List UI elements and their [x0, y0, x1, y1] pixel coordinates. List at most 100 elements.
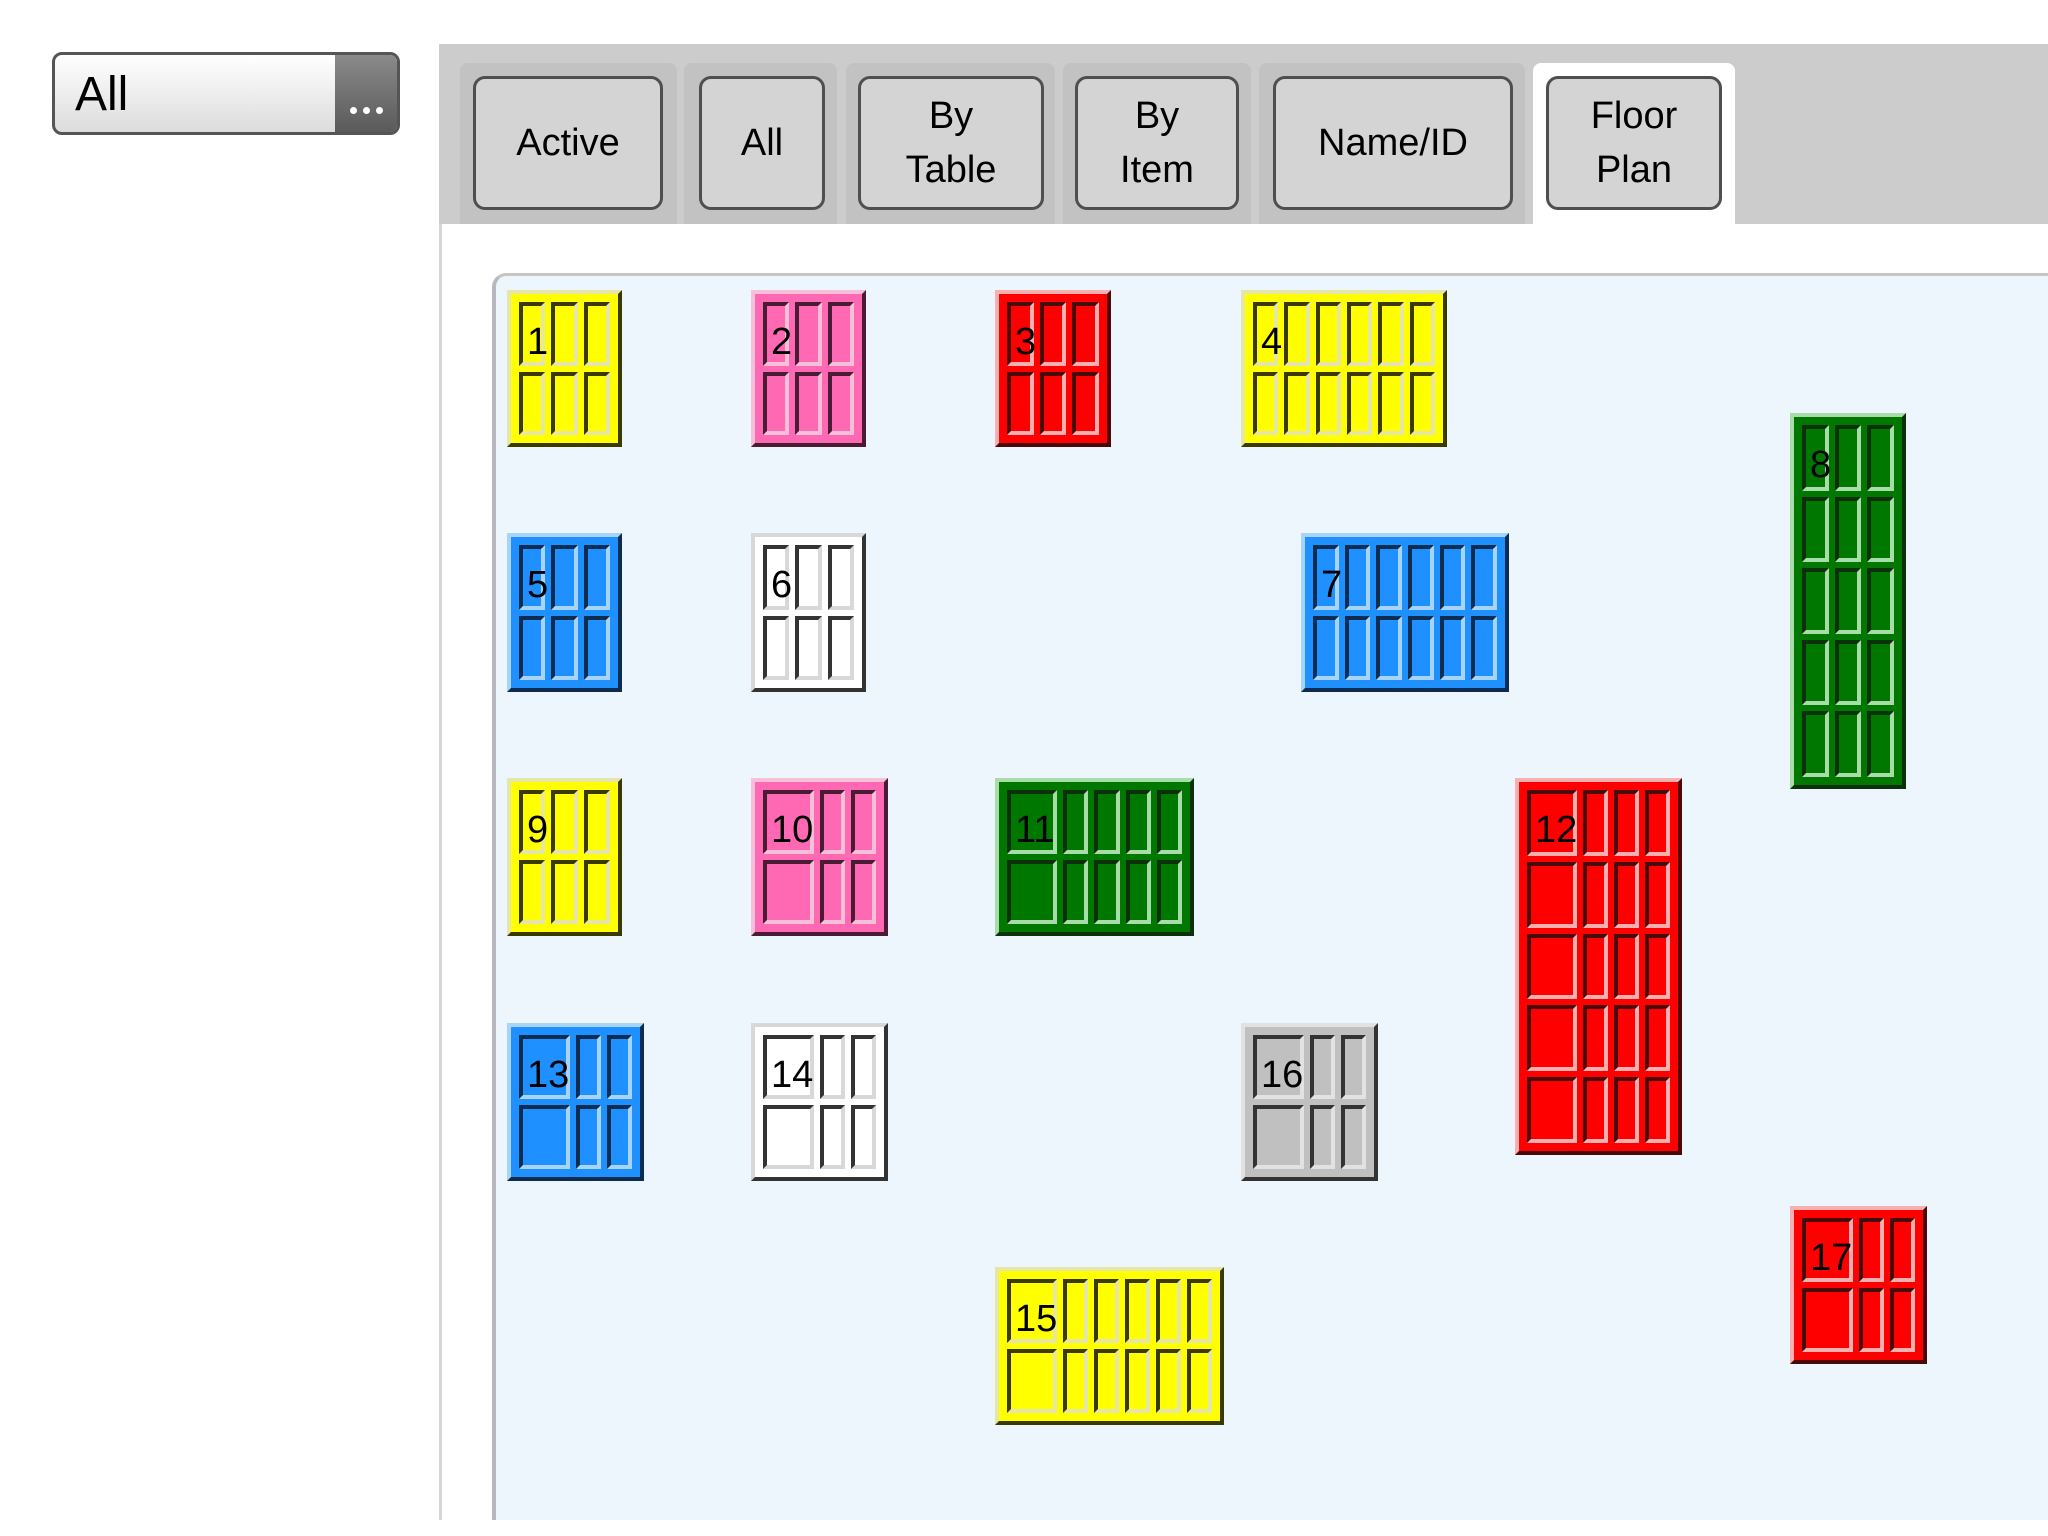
seat [551, 545, 578, 610]
seat [1583, 861, 1608, 928]
table-number: 4 [1261, 321, 1283, 363]
seat [1309, 1035, 1335, 1099]
tab-name-id-button[interactable]: Name/ID [1273, 76, 1513, 210]
seat [606, 1105, 632, 1169]
seat [1063, 1349, 1088, 1413]
table-number: 2 [771, 321, 793, 363]
filter-dropdown[interactable]: All [52, 52, 400, 135]
seat [1614, 861, 1639, 928]
seat [583, 545, 610, 610]
tab-by-item-button[interactable]: By Item [1075, 76, 1239, 210]
seat [795, 615, 822, 680]
seat [1315, 302, 1341, 366]
tab-by-item[interactable]: By Item [1063, 63, 1251, 224]
seat [1378, 302, 1404, 366]
seat [1802, 568, 1829, 634]
tab-floor-plan[interactable]: Floor Plan [1533, 63, 1735, 224]
seat [575, 1035, 601, 1099]
seat [1527, 1077, 1577, 1143]
seat [1007, 860, 1058, 924]
table-15[interactable]: 15 [995, 1267, 1224, 1425]
seat [1125, 1349, 1150, 1413]
seat [1867, 425, 1894, 491]
seat [819, 860, 845, 924]
seat [1315, 371, 1341, 435]
table-8[interactable]: 8 [1790, 413, 1906, 789]
seat [1527, 933, 1577, 1000]
seat [795, 371, 822, 435]
tab-all-button[interactable]: All [699, 76, 825, 210]
table-14[interactable]: 14 [751, 1023, 888, 1181]
tab-active-button[interactable]: Active [473, 76, 663, 210]
seat [551, 302, 578, 366]
seat [1284, 371, 1310, 435]
seat [1284, 302, 1310, 366]
seat [827, 615, 854, 680]
seat [1344, 615, 1371, 680]
seat: 16 [1253, 1035, 1304, 1099]
seat [1340, 1035, 1366, 1099]
table-10[interactable]: 10 [751, 778, 888, 936]
seat [1583, 933, 1608, 1000]
table-3[interactable]: 3 [995, 290, 1111, 447]
table-17[interactable]: 17 [1790, 1206, 1927, 1364]
seat: 7 [1313, 545, 1342, 610]
seat [1645, 1005, 1670, 1072]
seat [583, 371, 610, 435]
seat [1834, 496, 1862, 563]
seat [1094, 1349, 1119, 1413]
seat [1407, 545, 1434, 610]
seat [1376, 545, 1402, 610]
seat [1340, 1105, 1366, 1169]
tab-name-id[interactable]: Name/ID [1259, 63, 1525, 224]
seat [1867, 711, 1894, 777]
table-number: 5 [527, 564, 549, 606]
table-2[interactable]: 2 [751, 290, 866, 447]
seat [795, 302, 822, 366]
table-13[interactable]: 13 [507, 1023, 644, 1181]
panel-divider [439, 224, 442, 1520]
seat [1309, 1105, 1335, 1169]
tab-all[interactable]: All [684, 63, 837, 224]
seat [819, 790, 845, 854]
table-5[interactable]: 5 [507, 533, 622, 692]
seat [1094, 1279, 1119, 1343]
seat [583, 615, 610, 680]
seat [1063, 1279, 1088, 1343]
seat [1007, 371, 1034, 435]
seat [1645, 1077, 1670, 1143]
ellipsis-icon[interactable] [335, 55, 397, 132]
seat [819, 1105, 845, 1169]
tab-active[interactable]: Active [460, 63, 677, 224]
seat [1439, 545, 1466, 610]
table-number: 3 [1015, 321, 1037, 363]
seat [1253, 371, 1279, 435]
table-4[interactable]: 4 [1241, 290, 1447, 447]
seat [1645, 790, 1670, 856]
seat [1889, 1218, 1915, 1282]
seat [850, 860, 876, 924]
seat [1094, 860, 1120, 924]
table-7[interactable]: 7 [1301, 533, 1509, 692]
table-16[interactable]: 16 [1241, 1023, 1378, 1181]
seat [1834, 425, 1862, 491]
seat [1347, 302, 1373, 366]
table-6[interactable]: 6 [751, 533, 866, 692]
tab-by-table-button[interactable]: By Table [858, 76, 1044, 210]
seat: 9 [519, 790, 548, 854]
table-9[interactable]: 9 [507, 778, 622, 936]
seat [1645, 933, 1670, 1000]
seat [1439, 615, 1466, 680]
table-1[interactable]: 1 [507, 290, 622, 447]
seat [1614, 1077, 1639, 1143]
tab-by-table[interactable]: By Table [846, 63, 1055, 224]
table-11[interactable]: 11 [995, 778, 1194, 936]
seat: 15 [1007, 1279, 1057, 1343]
ellipsis-dot [375, 107, 383, 114]
seat [1802, 496, 1829, 563]
table-12[interactable]: 12 [1515, 778, 1682, 1155]
filter-value: All [75, 68, 129, 121]
seat: 11 [1007, 790, 1058, 854]
seat [819, 1035, 845, 1099]
tab-floor-plan-button[interactable]: Floor Plan [1546, 76, 1722, 210]
